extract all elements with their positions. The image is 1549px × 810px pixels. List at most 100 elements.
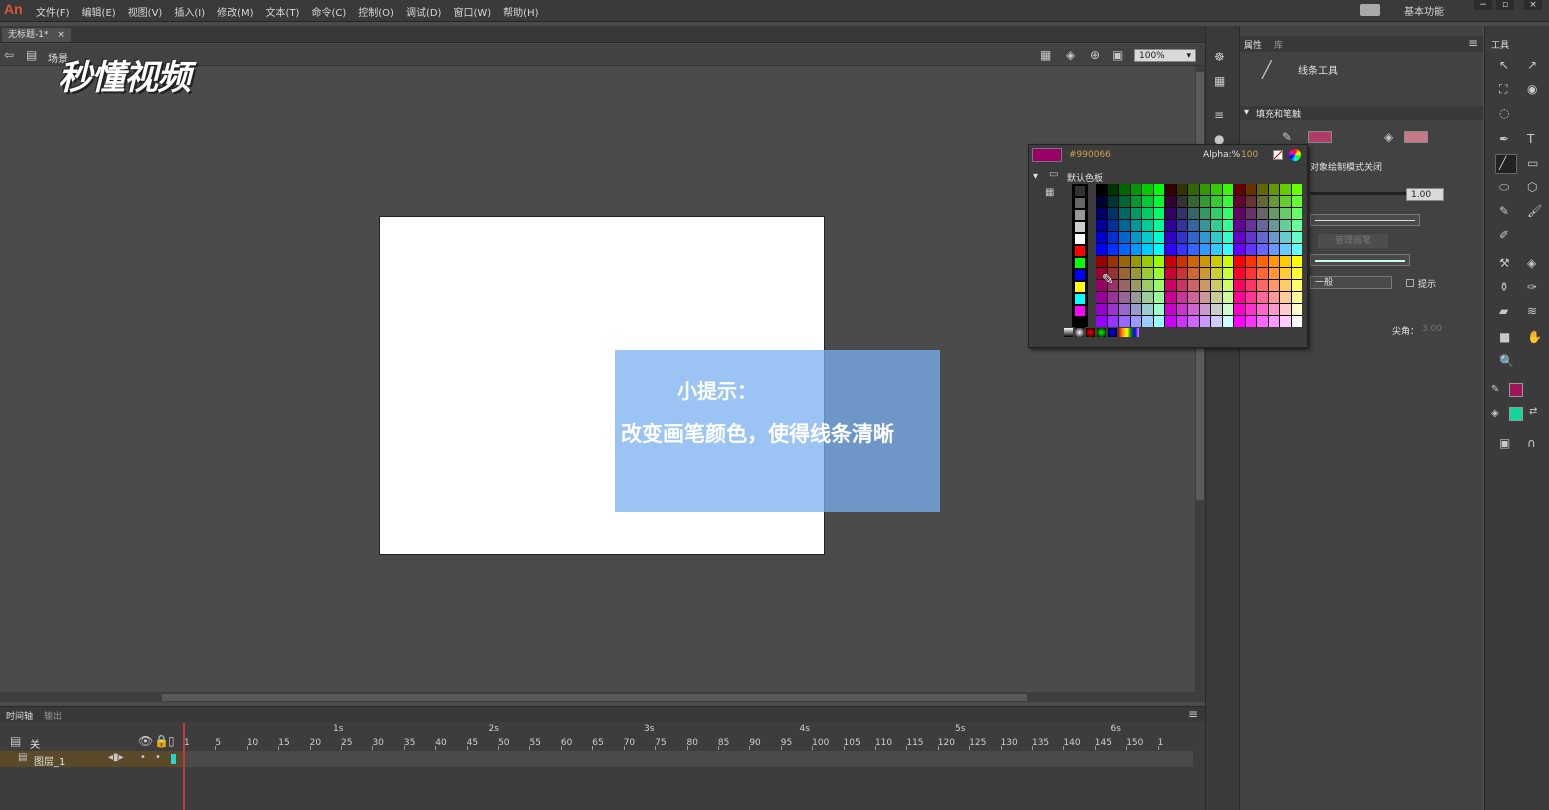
- swatch-cell[interactable]: [1257, 256, 1268, 267]
- swatch-cell[interactable]: [1268, 280, 1279, 291]
- swatch-cell[interactable]: [1280, 244, 1291, 255]
- swatch-cell[interactable]: [1291, 232, 1302, 243]
- camera-icon[interactable]: ■: [1499, 330, 1510, 344]
- gradient-swatch[interactable]: [1119, 328, 1139, 337]
- outline-icon[interactable]: ▯: [168, 734, 175, 748]
- swatch-cell[interactable]: [1280, 268, 1291, 279]
- swatch-cell[interactable]: [1142, 256, 1153, 267]
- swatch-cell[interactable]: [1234, 280, 1245, 291]
- swatch-cell[interactable]: [1142, 220, 1153, 231]
- swatch-grid[interactable]: [1096, 184, 1302, 327]
- basic-swatch-cell[interactable]: [1075, 198, 1085, 208]
- swatch-cell[interactable]: [1234, 232, 1245, 243]
- horizontal-scroll-thumb[interactable]: [162, 694, 1027, 701]
- swatch-cell[interactable]: [1188, 256, 1199, 267]
- swatch-cell[interactable]: [1153, 244, 1164, 255]
- swatch-cell[interactable]: [1280, 208, 1291, 219]
- swatch-cell[interactable]: [1234, 256, 1245, 267]
- swatch-cell[interactable]: [1165, 256, 1176, 267]
- menu-item[interactable]: 命令(C): [311, 4, 346, 19]
- swatch-cell[interactable]: [1291, 316, 1302, 327]
- swatch-cell[interactable]: [1257, 292, 1268, 303]
- swatch-cell[interactable]: [1165, 268, 1176, 279]
- tab-properties[interactable]: 属性: [1244, 38, 1262, 51]
- paint-brush-icon[interactable]: ✐: [1499, 228, 1509, 242]
- swatch-cell[interactable]: [1245, 256, 1256, 267]
- swatch-cell[interactable]: [1291, 280, 1302, 291]
- basic-swatch-cell[interactable]: [1075, 282, 1085, 292]
- swatch-cell[interactable]: [1096, 184, 1107, 195]
- swatch-cell[interactable]: [1222, 256, 1233, 267]
- swatch-cell[interactable]: [1268, 220, 1279, 231]
- swatch-cell[interactable]: [1257, 244, 1268, 255]
- swatch-cell[interactable]: [1211, 208, 1222, 219]
- swatch-cell[interactable]: [1176, 208, 1187, 219]
- swatch-cell[interactable]: [1096, 256, 1107, 267]
- swatch-cell[interactable]: [1280, 184, 1291, 195]
- stroke-color-swatch[interactable]: [1308, 131, 1332, 143]
- stroke-style-select[interactable]: [1310, 214, 1420, 226]
- swatch-cell[interactable]: [1234, 304, 1245, 315]
- swatch-cell[interactable]: [1199, 220, 1210, 231]
- swatch-cell[interactable]: [1142, 304, 1153, 315]
- menu-item[interactable]: 插入(I): [174, 4, 205, 19]
- swatch-cell[interactable]: [1130, 220, 1141, 231]
- library-icon[interactable]: ▦: [1214, 74, 1225, 88]
- palette-options-icon[interactable]: ▦: [1045, 187, 1054, 198]
- swatch-cell[interactable]: [1107, 232, 1118, 243]
- basic-swatch-cell[interactable]: [1075, 210, 1085, 220]
- color-wheel-icon[interactable]: [1289, 149, 1301, 161]
- align-icon[interactable]: ≡: [1214, 108, 1224, 122]
- swatch-cell[interactable]: [1234, 196, 1245, 207]
- swatch-cell[interactable]: [1291, 208, 1302, 219]
- swatch-cell[interactable]: [1257, 184, 1268, 195]
- edit-scene-icon[interactable]: ▦: [1040, 48, 1051, 62]
- swatch-cell[interactable]: [1107, 184, 1118, 195]
- swatch-cell[interactable]: [1211, 280, 1222, 291]
- swatch-cell[interactable]: [1211, 268, 1222, 279]
- swatch-cell[interactable]: [1130, 292, 1141, 303]
- swatch-cell[interactable]: [1280, 316, 1291, 327]
- tab-output[interactable]: 输出: [44, 709, 62, 722]
- swatch-cell[interactable]: [1222, 304, 1233, 315]
- swatch-cell[interactable]: [1257, 268, 1268, 279]
- basic-swatch-cell[interactable]: [1075, 294, 1085, 304]
- swatch-cell[interactable]: [1176, 244, 1187, 255]
- swatch-cell[interactable]: [1268, 208, 1279, 219]
- swatch-cell[interactable]: [1268, 292, 1279, 303]
- motion-editor-icon[interactable]: ☸: [1214, 50, 1225, 64]
- menu-item[interactable]: 窗口(W): [453, 4, 491, 19]
- menu-item[interactable]: 编辑(E): [82, 4, 116, 19]
- swatch-cell[interactable]: [1153, 280, 1164, 291]
- swatch-cell[interactable]: [1176, 256, 1187, 267]
- swatch-cell[interactable]: [1199, 232, 1210, 243]
- swatch-cell[interactable]: [1222, 220, 1233, 231]
- swatch-cell[interactable]: [1096, 244, 1107, 255]
- swatch-cell[interactable]: [1096, 316, 1107, 327]
- swatch-cell[interactable]: [1165, 280, 1176, 291]
- miter-value[interactable]: 3.00: [1422, 324, 1442, 334]
- swatch-cell[interactable]: [1153, 268, 1164, 279]
- swatch-cell[interactable]: [1234, 244, 1245, 255]
- swatch-cell[interactable]: [1119, 268, 1130, 279]
- swatch-cell[interactable]: [1280, 304, 1291, 315]
- tab-library[interactable]: 库: [1274, 38, 1283, 51]
- swatch-cell[interactable]: [1188, 184, 1199, 195]
- swatch-cell[interactable]: [1291, 304, 1302, 315]
- swatch-cell[interactable]: [1291, 292, 1302, 303]
- tools-stroke-color[interactable]: [1509, 383, 1523, 397]
- scale-select[interactable]: 一般: [1310, 276, 1392, 289]
- swatch-cell[interactable]: [1119, 184, 1130, 195]
- swatch-cell[interactable]: [1257, 316, 1268, 327]
- swatch-cell[interactable]: [1268, 268, 1279, 279]
- bone-tool-icon[interactable]: ⚒: [1499, 256, 1510, 270]
- swatch-cell[interactable]: [1188, 316, 1199, 327]
- swatch-cell[interactable]: [1245, 208, 1256, 219]
- swatch-cell[interactable]: [1119, 280, 1130, 291]
- swatch-cell[interactable]: [1119, 196, 1130, 207]
- swatch-cell[interactable]: [1199, 280, 1210, 291]
- swatch-cell[interactable]: [1280, 220, 1291, 231]
- stroke-slider[interactable]: [1310, 192, 1410, 195]
- eye-icon[interactable]: 👁: [138, 734, 153, 748]
- swatch-cell[interactable]: [1153, 316, 1164, 327]
